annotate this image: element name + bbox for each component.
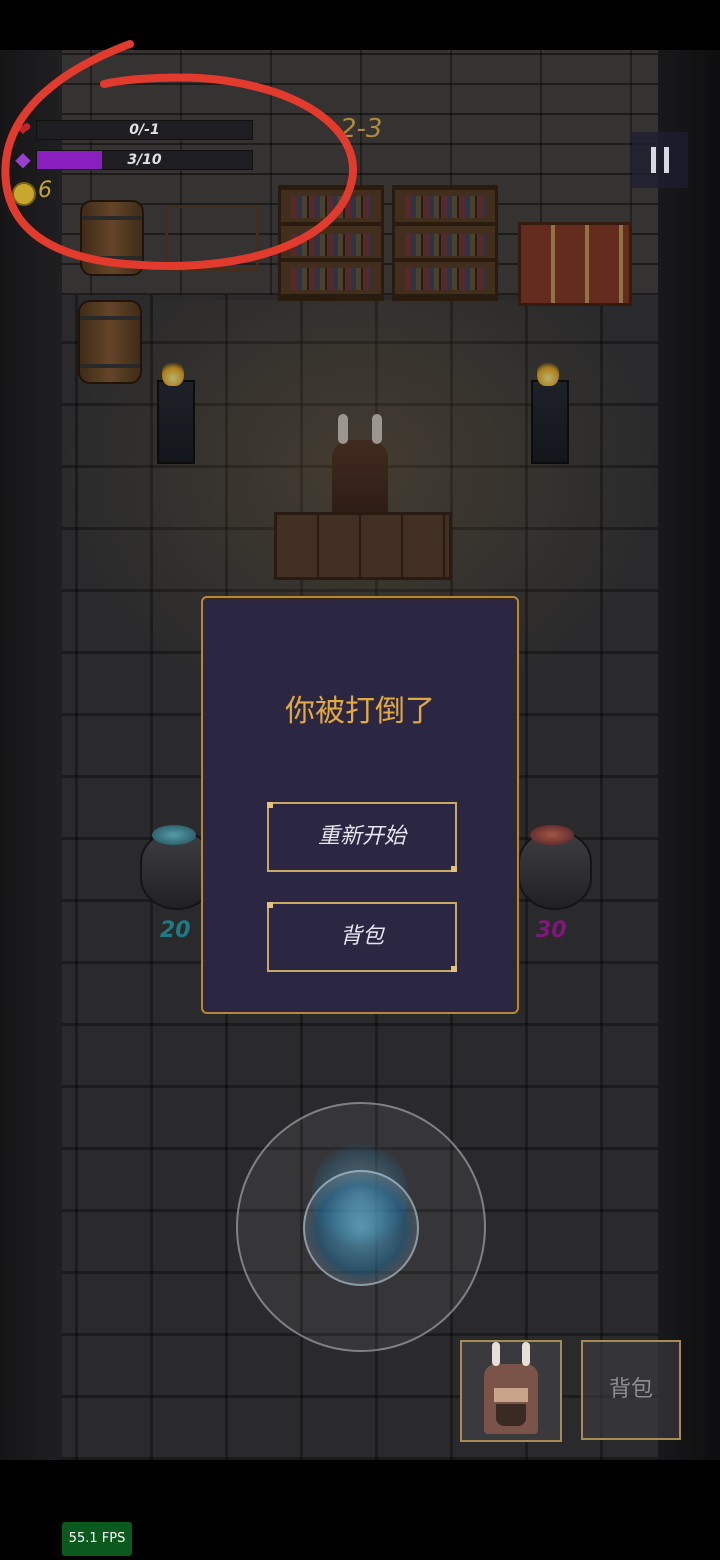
heart-icon: ❤ bbox=[14, 117, 32, 141]
character-portrait[interactable] bbox=[460, 1340, 562, 1442]
diamond-icon: ◆ bbox=[15, 147, 31, 171]
restart-button[interactable]: 重新开始 bbox=[267, 802, 457, 872]
dialog-bag-button[interactable]: 背包 bbox=[267, 902, 457, 972]
dialog-title: 你被打倒了 bbox=[285, 694, 435, 729]
level-indicator: 2-3 bbox=[340, 114, 383, 144]
pause-button[interactable] bbox=[632, 132, 688, 188]
pause-icon bbox=[664, 147, 669, 173]
joystick-knob[interactable] bbox=[303, 1170, 419, 1286]
mana-bar: 3/10 bbox=[36, 150, 253, 170]
gold-count: 6 bbox=[38, 178, 52, 203]
avatar bbox=[484, 1342, 538, 1434]
bag-button[interactable]: 背包 bbox=[581, 1340, 681, 1440]
pause-icon bbox=[651, 147, 656, 173]
health-text: 0/-1 bbox=[129, 122, 160, 138]
health-bar: 0/-1 bbox=[36, 120, 253, 140]
fps-counter: 55.1 FPS bbox=[62, 1522, 132, 1556]
coin-icon bbox=[12, 182, 36, 206]
defeat-dialog: 你被打倒了 重新开始 背包 bbox=[201, 596, 519, 1014]
mana-text: 3/10 bbox=[127, 152, 162, 168]
